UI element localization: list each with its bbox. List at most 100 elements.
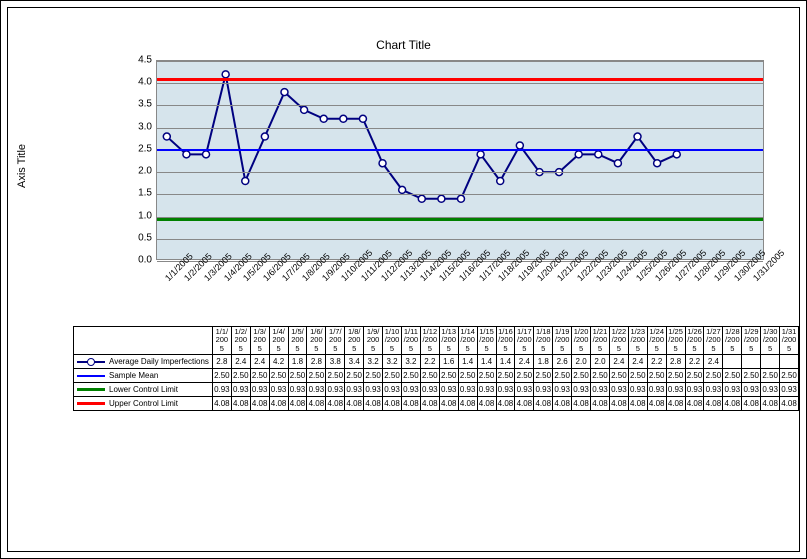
plot-area bbox=[156, 60, 764, 260]
data-marker bbox=[261, 133, 268, 140]
sample-mean-line bbox=[157, 149, 763, 151]
table-col-header: 1/23/2005 bbox=[628, 327, 647, 355]
table-cell: 2.50 bbox=[269, 368, 288, 382]
legend-swatch-avg-icon bbox=[77, 361, 105, 363]
table-cell: 1.8 bbox=[534, 354, 553, 368]
y-tick-label: 4.5 bbox=[126, 55, 152, 66]
table-cell: 2.50 bbox=[401, 368, 420, 382]
table-cell: 4.08 bbox=[250, 396, 269, 410]
table-cell: 4.08 bbox=[685, 396, 704, 410]
table-cell: 0.93 bbox=[307, 382, 326, 396]
table-col-header: 1/13/2005 bbox=[439, 327, 458, 355]
y-tick-label: 1.5 bbox=[126, 188, 152, 199]
table-cell: 4.08 bbox=[628, 396, 647, 410]
table-cell: 0.93 bbox=[420, 382, 439, 396]
table-cell: 2.50 bbox=[553, 368, 572, 382]
gridline bbox=[157, 128, 763, 129]
table-cell: 4.08 bbox=[534, 396, 553, 410]
table-cell: 1.6 bbox=[439, 354, 458, 368]
table-cell: 1.4 bbox=[458, 354, 477, 368]
table-cell: 2.2 bbox=[685, 354, 704, 368]
table-cell: 2.50 bbox=[458, 368, 477, 382]
table-cell: 1.8 bbox=[288, 354, 307, 368]
table-cell: 0.93 bbox=[761, 382, 780, 396]
table-cell: 0.93 bbox=[685, 382, 704, 396]
data-marker bbox=[458, 195, 465, 202]
data-marker bbox=[654, 160, 661, 167]
table-cell: 2.50 bbox=[345, 368, 364, 382]
table-cell: 4.08 bbox=[496, 396, 515, 410]
table-cell: 0.93 bbox=[591, 382, 610, 396]
table-cell: 0.93 bbox=[723, 382, 742, 396]
table-cell: 0.93 bbox=[269, 382, 288, 396]
table-cell: 2.4 bbox=[704, 354, 723, 368]
table-row-header: Sample Mean bbox=[74, 368, 213, 382]
table-cell: 3.2 bbox=[383, 354, 402, 368]
table-col-header: 1/3/2005 bbox=[250, 327, 269, 355]
table-cell: 0.93 bbox=[572, 382, 591, 396]
data-marker bbox=[203, 151, 210, 158]
lower-control-limit-line bbox=[157, 218, 763, 221]
table-cell: 4.08 bbox=[439, 396, 458, 410]
table-col-header: 1/22/2005 bbox=[609, 327, 628, 355]
table-cell: 4.08 bbox=[647, 396, 666, 410]
gridline bbox=[157, 83, 763, 84]
table-cell: 0.93 bbox=[553, 382, 572, 396]
table-col-header: 1/12/2005 bbox=[420, 327, 439, 355]
chart-container: Chart Title Axis Title 0.00.51.01.52.02.… bbox=[7, 7, 800, 552]
table-cell: 4.08 bbox=[364, 396, 383, 410]
table-col-header: 1/8/2005 bbox=[345, 327, 364, 355]
y-tick-label: 1.0 bbox=[126, 210, 152, 221]
table-cell: 0.93 bbox=[364, 382, 383, 396]
table-cell: 2.50 bbox=[364, 368, 383, 382]
table-cell: 0.93 bbox=[458, 382, 477, 396]
data-marker bbox=[163, 133, 170, 140]
table-cell: 2.50 bbox=[212, 368, 231, 382]
table-cell: 0.93 bbox=[326, 382, 345, 396]
table-cell: 0.93 bbox=[345, 382, 364, 396]
y-tick-label: 4.0 bbox=[126, 77, 152, 88]
table-cell: 2.50 bbox=[326, 368, 345, 382]
data-marker bbox=[418, 195, 425, 202]
table-cell: 1.4 bbox=[477, 354, 496, 368]
table-row-header: Average Daily Imperfections bbox=[74, 354, 213, 368]
table-cell: 4.08 bbox=[572, 396, 591, 410]
data-marker bbox=[497, 178, 504, 185]
table-cell: 0.93 bbox=[534, 382, 553, 396]
table-col-header: 1/15/2005 bbox=[477, 327, 496, 355]
table-cell: 4.08 bbox=[401, 396, 420, 410]
table-col-header: 1/21/2005 bbox=[591, 327, 610, 355]
table-cell bbox=[780, 354, 799, 368]
data-marker bbox=[438, 195, 445, 202]
table-cell: 2.50 bbox=[496, 368, 515, 382]
table-cell: 1.4 bbox=[496, 354, 515, 368]
table-cell: 0.93 bbox=[742, 382, 761, 396]
table-col-header: 1/29/2005 bbox=[742, 327, 761, 355]
table-cell: 3.2 bbox=[364, 354, 383, 368]
table-cell: 3.2 bbox=[401, 354, 420, 368]
y-tick-label: 3.5 bbox=[126, 99, 152, 110]
data-marker bbox=[222, 71, 229, 78]
table-col-header: 1/1/2005 bbox=[212, 327, 231, 355]
table-cell: 2.4 bbox=[231, 354, 250, 368]
upper-control-limit-line bbox=[157, 78, 763, 81]
table-cell: 2.50 bbox=[250, 368, 269, 382]
table-cell: 2.50 bbox=[477, 368, 496, 382]
table-col-header: 1/4/2005 bbox=[269, 327, 288, 355]
data-marker bbox=[673, 151, 680, 158]
table-col-header: 1/31/2005 bbox=[780, 327, 799, 355]
table-cell: 2.6 bbox=[553, 354, 572, 368]
gridline bbox=[157, 172, 763, 173]
table-cell: 4.08 bbox=[591, 396, 610, 410]
table-cell: 2.50 bbox=[591, 368, 610, 382]
data-marker bbox=[359, 115, 366, 122]
table-cell: 2.50 bbox=[647, 368, 666, 382]
gridline bbox=[157, 61, 763, 62]
table-col-header: 1/10/2005 bbox=[383, 327, 402, 355]
table-cell: 4.08 bbox=[345, 396, 364, 410]
table-cell: 2.50 bbox=[628, 368, 647, 382]
data-marker bbox=[281, 89, 288, 96]
data-marker bbox=[477, 151, 484, 158]
table-cell: 2.50 bbox=[439, 368, 458, 382]
table-cell: 0.93 bbox=[439, 382, 458, 396]
